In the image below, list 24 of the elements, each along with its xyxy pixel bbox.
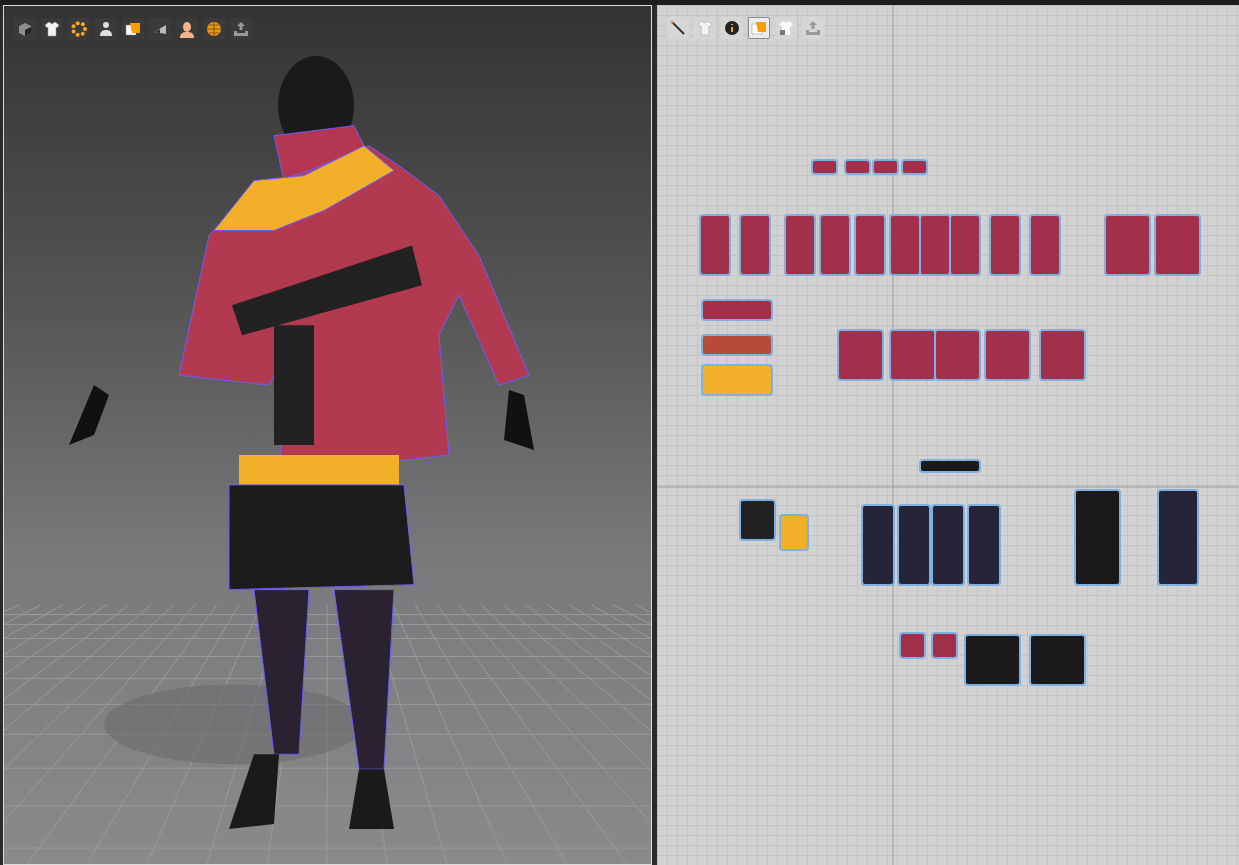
info-icon	[723, 19, 741, 37]
layers-icon	[124, 20, 142, 38]
toolbar-button[interactable]	[122, 18, 144, 40]
dots-ring-icon	[70, 20, 88, 38]
toolbar-button[interactable]	[68, 18, 90, 40]
toolbar-button[interactable]	[667, 17, 689, 39]
cube-icon	[16, 20, 34, 38]
needle-icon	[669, 19, 687, 37]
toolbar-button[interactable]	[721, 17, 743, 39]
export-icon	[232, 20, 250, 38]
toolbar-button[interactable]	[41, 18, 63, 40]
shirt-lock-icon	[777, 19, 795, 37]
toolbar-button[interactable]	[203, 18, 225, 40]
person-icon	[97, 20, 115, 38]
layers-icon	[750, 19, 768, 37]
globe-icon	[205, 20, 223, 38]
export-icon	[804, 19, 822, 37]
toolbar-button[interactable]	[14, 18, 36, 40]
head-icon	[178, 20, 196, 38]
toolbar-button[interactable]	[176, 18, 198, 40]
toolbar-button[interactable]	[95, 18, 117, 40]
shirt-icon	[43, 20, 61, 38]
shirt-icon	[696, 19, 714, 37]
toolbar-button[interactable]	[149, 18, 171, 40]
